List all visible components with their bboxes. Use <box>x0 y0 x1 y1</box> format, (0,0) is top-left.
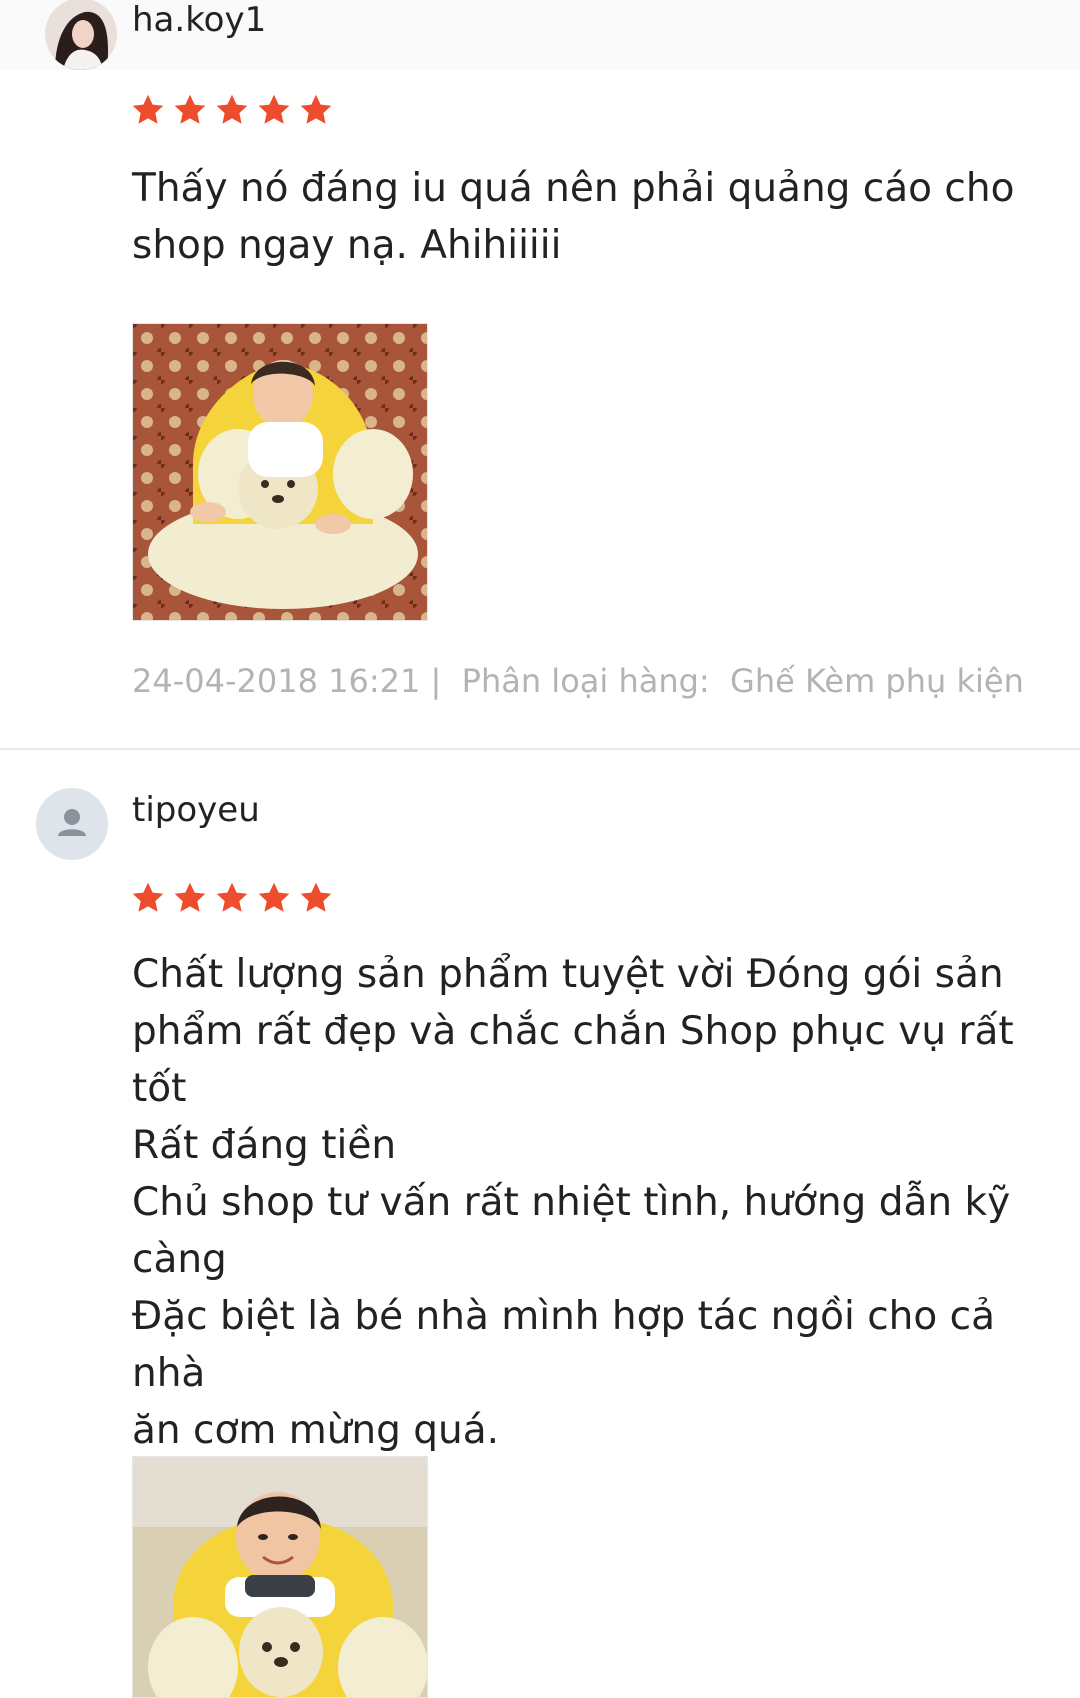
star-icon <box>216 94 248 124</box>
star-icon <box>174 94 206 124</box>
review-meta: 24-04-2018 16:21 | Phân loại hàng: Ghế K… <box>132 662 1024 700</box>
star-icon <box>132 94 164 124</box>
variation-value: Ghế Kèm phụ kiện <box>730 662 1024 700</box>
review-comment: Thấy nó đáng iu quá nên phải quảng cáo c… <box>132 166 1015 268</box>
review-photo-image <box>133 324 427 620</box>
avatar[interactable] <box>36 788 108 860</box>
review-item: ha.koy1 Thấy nó đáng iu quá nên phải quả… <box>0 0 1080 750</box>
user-photo-avatar-icon <box>45 0 117 70</box>
avatar[interactable] <box>45 0 117 70</box>
review-photo-image <box>133 1457 427 1697</box>
review-item: tipoyeu Chất lượng sản phẩm tuyệt vời Đó… <box>0 750 1080 1698</box>
star-rating <box>130 92 334 128</box>
star-icon <box>216 882 248 912</box>
star-icon <box>258 94 290 124</box>
review-comment: Chất lượng sản phẩm tuyệt vời Đóng gói s… <box>132 952 1014 1510</box>
star-icon <box>300 882 332 912</box>
star-icon <box>132 882 164 912</box>
star-rating <box>130 880 334 916</box>
variation-label: Phân loại hàng: <box>461 662 710 700</box>
star-icon <box>258 882 290 912</box>
review-photo[interactable] <box>132 323 428 621</box>
username[interactable]: ha.koy1 <box>132 0 266 40</box>
username[interactable]: tipoyeu <box>132 790 260 830</box>
user-silhouette-icon <box>58 809 86 836</box>
star-icon <box>300 94 332 124</box>
review-photo[interactable] <box>132 1456 428 1698</box>
meta-separator: | <box>430 662 442 700</box>
star-icon <box>174 882 206 912</box>
review-date: 24-04-2018 16:21 <box>132 662 421 700</box>
